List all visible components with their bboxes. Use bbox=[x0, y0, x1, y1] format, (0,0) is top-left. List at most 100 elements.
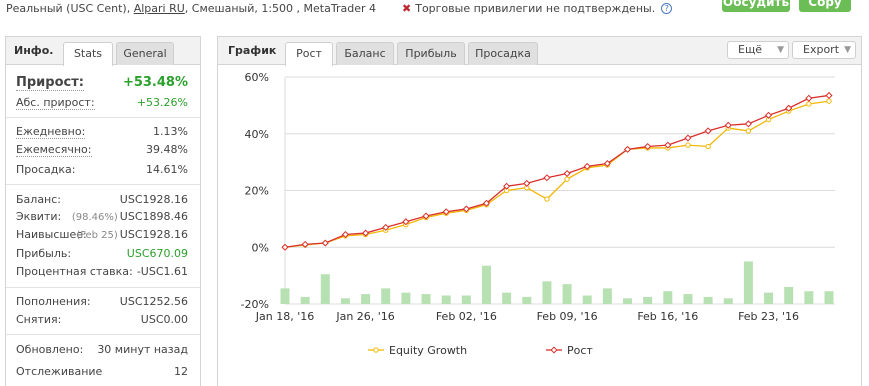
drawdown-bar bbox=[683, 294, 693, 304]
monthly-label[interactable]: Ежемесячно: bbox=[16, 143, 92, 157]
x-tick-label: Feb 02, '16 bbox=[436, 310, 497, 323]
drawdown-bar bbox=[764, 292, 774, 304]
divider bbox=[6, 117, 200, 118]
growth-point bbox=[825, 91, 833, 99]
x-axis-labels: Jan 18, '16 Jan 26, '16 Feb 02, '16 Feb 09,… bbox=[255, 310, 799, 323]
growth-point bbox=[563, 169, 571, 178]
equity-growth-point bbox=[564, 176, 570, 182]
growth-point bbox=[543, 174, 551, 182]
deposits-value: USC1252.56 bbox=[119, 295, 188, 308]
drawdown-bars bbox=[280, 261, 834, 304]
drawdown-row: Просадка: 14.61% bbox=[16, 163, 188, 179]
updated-value: 30 минут назад bbox=[97, 343, 188, 356]
growth-point bbox=[744, 120, 752, 128]
info-title: Инфо. bbox=[14, 44, 54, 57]
series-lines bbox=[281, 91, 833, 251]
drawdown-bar bbox=[461, 295, 471, 304]
tab-stats[interactable]: Stats bbox=[63, 42, 113, 66]
tab-growth[interactable]: Рост bbox=[285, 42, 333, 66]
abs-gain-label[interactable]: Абс. прирост: bbox=[16, 96, 95, 110]
equity-growth-point bbox=[705, 143, 711, 150]
stats-tabbar: Инфо. Stats General bbox=[6, 37, 200, 66]
account-info-bar: Реальный (USC Cent), Alpari RU, Смешаный… bbox=[0, 0, 869, 22]
drawdown-bar bbox=[340, 298, 350, 304]
x-tick-label: Feb 09, '16 bbox=[537, 310, 598, 323]
monthly-value: 39.48% bbox=[146, 143, 188, 156]
tracking-row: Отслеживание 12 bbox=[16, 365, 188, 381]
monthly-row: Ежемесячно: 39.48% bbox=[16, 143, 188, 159]
legend-label: Рост bbox=[567, 344, 593, 357]
copy-button[interactable]: Copy bbox=[799, 0, 851, 12]
tab-profit[interactable]: Прибыль bbox=[397, 42, 465, 65]
divider bbox=[6, 287, 200, 288]
drawdown-bar bbox=[562, 284, 572, 304]
daily-label[interactable]: Ежедневно: bbox=[16, 125, 86, 139]
y-tick-label: 0% bbox=[252, 241, 269, 254]
question-icon[interactable]: ? bbox=[661, 3, 673, 14]
growth-point bbox=[765, 111, 773, 119]
tab-drawdown[interactable]: Просадка bbox=[468, 42, 538, 65]
drawdown-bar bbox=[522, 296, 532, 304]
drawdown-label: Просадка: bbox=[16, 163, 76, 176]
abs-gain-value: +53.26% bbox=[136, 96, 188, 109]
drawdown-bar bbox=[824, 291, 834, 304]
chart-panel: График Рост Баланс Прибыль Просадка Ещё ▼… bbox=[217, 36, 862, 386]
privileges-text: Торговые привилегии не подтверждены. bbox=[415, 2, 656, 15]
drawdown-bar bbox=[784, 286, 794, 304]
x-tick-label: Feb 16, '16 bbox=[637, 310, 698, 323]
drawdown-bar bbox=[361, 294, 371, 304]
y-tick-label: 20% bbox=[245, 185, 269, 198]
chevron-down-icon: ▼ bbox=[777, 45, 784, 55]
growth-point bbox=[321, 239, 329, 247]
equity-growth-point bbox=[826, 98, 832, 104]
drawdown-value: 14.61% bbox=[146, 163, 188, 176]
privileges-status: ✖ Торговые привилегии не подтверждены.? bbox=[402, 2, 673, 15]
account-details: , Смешаный, 1:500 , MetaTrader 4 bbox=[184, 2, 376, 15]
daily-row: Ежедневно: 1.13% bbox=[16, 125, 188, 141]
equity-value: USC1898.46 bbox=[119, 210, 188, 223]
discuss-button[interactable]: Обсудить bbox=[722, 0, 790, 12]
interest-label: Процентная ставка: bbox=[16, 265, 133, 278]
equity-growth-point bbox=[685, 142, 691, 148]
drawdown-bar bbox=[703, 296, 713, 304]
export-label: Export bbox=[803, 43, 840, 56]
gain-value: +53.48% bbox=[122, 75, 188, 90]
equity-label: Эквити: bbox=[16, 210, 62, 223]
legend-label: Equity Growth bbox=[389, 344, 467, 357]
drawdown-bar bbox=[320, 274, 330, 304]
drawdown-bar bbox=[381, 288, 391, 304]
drawdown-bar bbox=[743, 261, 753, 304]
tab-general[interactable]: General bbox=[116, 42, 174, 65]
drawdown-bar bbox=[280, 288, 290, 304]
growth-chart: 60%40%20%0%-20% Jan 18, '16 Jan 26, '16 Fe… bbox=[241, 71, 835, 357]
drawdown-bar bbox=[542, 281, 552, 304]
x-tick-label: Jan 18, '16 bbox=[255, 310, 314, 323]
chart-title: График bbox=[228, 44, 277, 57]
more-dropdown[interactable]: Ещё ▼ bbox=[727, 41, 789, 59]
gain-label[interactable]: Прирост: bbox=[16, 75, 84, 91]
divider bbox=[6, 334, 200, 335]
close-icon: ✖ bbox=[402, 2, 412, 15]
export-dropdown[interactable]: Export ▼ bbox=[792, 41, 856, 59]
broker-link[interactable]: Alpari RU bbox=[134, 2, 185, 15]
legend-marker bbox=[373, 347, 379, 353]
tab-balance[interactable]: Баланс bbox=[336, 42, 394, 65]
equity-percent: (98.46%) bbox=[71, 212, 118, 223]
highest-date: (Feb 25) bbox=[76, 230, 118, 241]
drawdown-bar bbox=[602, 288, 612, 304]
growth-line bbox=[284, 94, 830, 248]
equity-growth-point bbox=[745, 128, 752, 134]
highest-row: Наивысшее: (Feb 25) USC1928.16 bbox=[16, 228, 188, 244]
daily-value: 1.13% bbox=[153, 125, 188, 138]
abs-gain-row: Абс. прирост: +53.26% bbox=[16, 96, 188, 112]
drawdown-bar bbox=[421, 294, 431, 304]
profit-value: USC670.09 bbox=[126, 247, 188, 260]
chart-legend[interactable]: Equity Growth Рост bbox=[368, 344, 593, 357]
y-tick-label: 40% bbox=[245, 128, 269, 141]
drawdown-bar bbox=[582, 295, 592, 304]
growth-point bbox=[684, 134, 692, 142]
drawdown-bar bbox=[502, 292, 512, 304]
drawdown-bar bbox=[623, 298, 633, 304]
balance-row: Баланс: USC1928.16 bbox=[16, 193, 188, 209]
growth-point bbox=[805, 94, 813, 102]
